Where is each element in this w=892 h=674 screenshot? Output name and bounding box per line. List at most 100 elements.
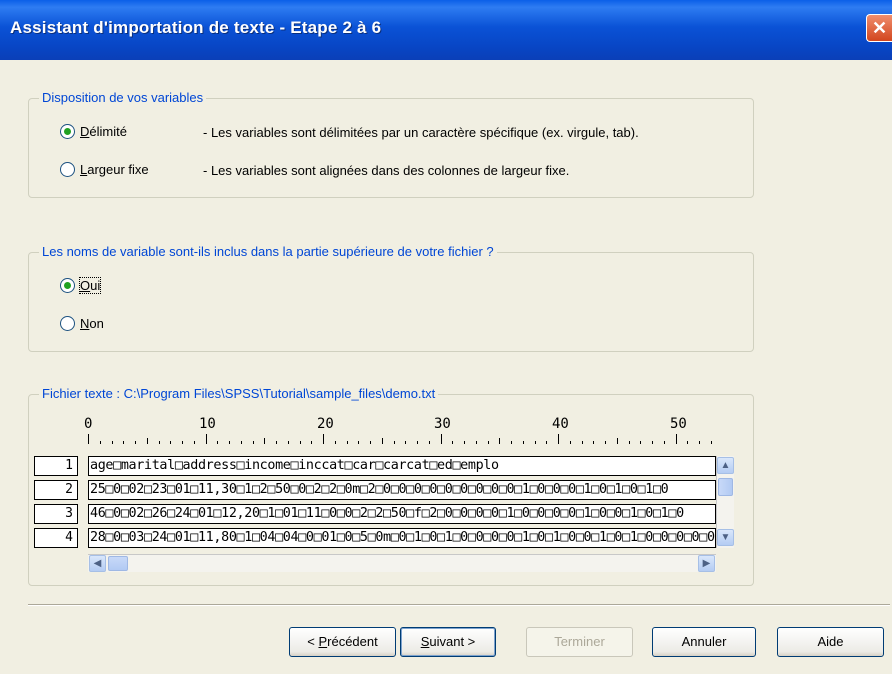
previous-prefix: <: [307, 634, 319, 649]
column-ruler: 0 10 20 30 40 50: [84, 410, 716, 444]
ruler-tick: [370, 441, 371, 444]
close-button[interactable]: ✕: [866, 14, 892, 42]
previous-key: P: [318, 634, 328, 649]
ruler-tick: [264, 438, 266, 444]
ruler-tick: [88, 434, 89, 444]
ruler-tick: [193, 441, 195, 444]
disposition-legend: Disposition de vos variables: [39, 90, 207, 105]
ruler-label: 0: [84, 416, 93, 432]
radio-fixed-width[interactable]: Largeur fixe: [60, 162, 149, 177]
ruler-tick: [229, 441, 230, 444]
ruler-tick: [640, 441, 642, 444]
chevron-right-icon: ▶: [702, 558, 711, 569]
ruler-tick: [511, 441, 512, 444]
ruler-tick: [687, 441, 689, 444]
ruler-tick: [616, 438, 618, 444]
ruler-tick: [417, 441, 418, 444]
ruler-tick: [593, 441, 595, 444]
cancel-button[interactable]: Annuler: [652, 627, 756, 657]
ruler-tick: [405, 441, 407, 444]
radio-fixed-width-label: Largeur fixe: [80, 162, 149, 177]
ruler-tick: [123, 441, 125, 444]
radio-delimited[interactable]: Délimité: [60, 124, 127, 139]
close-icon: ✕: [871, 18, 888, 38]
row-number: 1: [34, 456, 78, 476]
radio-circle-icon[interactable]: [60, 316, 75, 331]
ruler-tick: [99, 441, 101, 444]
radio-circle-checked-icon[interactable]: [60, 124, 75, 139]
ruler-tick: [522, 441, 524, 444]
ruler-tick: [464, 441, 465, 444]
ruler-tick: [182, 441, 183, 444]
ruler-tick: [628, 441, 630, 444]
ruler-label: 20: [317, 416, 334, 432]
radio-fixed-width-label-rest: argeur fixe: [87, 162, 149, 177]
vertical-scroll-thumb[interactable]: [718, 478, 733, 496]
radio-circle-icon[interactable]: [60, 162, 75, 177]
radio-circle-checked-icon[interactable]: [60, 278, 75, 293]
cancel-label: Annuler: [681, 634, 727, 649]
ruler-tick: [663, 441, 665, 444]
ruler-label: 30: [434, 416, 451, 432]
help-button[interactable]: Aide: [777, 627, 884, 657]
ruler-tick: [581, 441, 583, 444]
scroll-right-button[interactable]: ▶: [698, 555, 715, 572]
horizontal-scrollbar[interactable]: ◀ ▶: [88, 554, 716, 572]
variable-names-legend: Les noms de variable sont-ils inclus dan…: [39, 244, 497, 259]
vertical-scrollbar[interactable]: ▲ ▼: [716, 456, 734, 548]
ruler-tick: [287, 441, 289, 444]
row-number: 2: [34, 480, 78, 500]
ruler-tick: [170, 441, 172, 444]
ruler-tick: [299, 441, 301, 444]
next-rest: uivant >: [429, 634, 476, 649]
ruler-tick: [487, 441, 489, 444]
ruler-tick: [381, 438, 383, 444]
ruler-tick: [710, 441, 712, 444]
ruler-tick: [240, 441, 242, 444]
ruler-tick: [452, 441, 454, 444]
ruler-tick: [323, 434, 324, 444]
previous-rest: récédent: [327, 634, 378, 649]
ruler-tick: [135, 441, 136, 444]
separator: [28, 604, 890, 606]
table-row: age□marital□address□income□inccat□car□ca…: [88, 456, 716, 476]
delimited-description: - Les variables sont délimitées par un c…: [203, 125, 639, 140]
ruler-label: 10: [199, 416, 216, 432]
radio-yes-label: Oui: [78, 277, 102, 294]
ruler-tick: [393, 441, 395, 444]
ruler-tick: [252, 441, 254, 444]
ruler-tick: [111, 441, 113, 444]
ruler-tick: [217, 441, 219, 444]
ruler-tick: [276, 441, 277, 444]
radio-yes[interactable]: Oui: [60, 277, 102, 294]
finish-button[interactable]: Terminer: [526, 627, 633, 657]
ruler-tick: [346, 441, 348, 444]
disposition-group: Disposition de vos variables: [28, 90, 754, 198]
ruler-tick: [605, 441, 606, 444]
fixed-width-description: - Les variables sont alignées dans des c…: [203, 163, 570, 178]
ruler-tick: [699, 441, 700, 444]
ruler-tick: [652, 441, 653, 444]
ruler-tick: [475, 441, 477, 444]
ruler-tick: [146, 438, 148, 444]
chevron-up-icon: ▲: [720, 460, 731, 471]
row-number: 4: [34, 528, 78, 548]
ruler-label: 50: [670, 416, 687, 432]
next-button[interactable]: Suivant >: [400, 627, 496, 657]
previous-button[interactable]: < Précédent: [289, 627, 396, 657]
ruler-tick: [440, 434, 442, 444]
radio-no-label: Non: [80, 316, 104, 331]
ruler-tick: [158, 441, 160, 444]
horizontal-scroll-thumb[interactable]: [108, 556, 128, 571]
scroll-up-button[interactable]: ▲: [717, 457, 734, 474]
ruler-tick: [546, 441, 548, 444]
ruler-tick: [311, 441, 313, 444]
scroll-down-button[interactable]: ▼: [717, 529, 734, 546]
radio-delimited-label: Délimité: [80, 124, 127, 139]
row-number: 3: [34, 504, 78, 524]
radio-no[interactable]: Non: [60, 316, 104, 331]
ruler-tick: [334, 441, 336, 444]
ruler-tick: [534, 441, 536, 444]
help-label: Aide: [817, 634, 844, 649]
scroll-left-button[interactable]: ◀: [89, 555, 106, 572]
